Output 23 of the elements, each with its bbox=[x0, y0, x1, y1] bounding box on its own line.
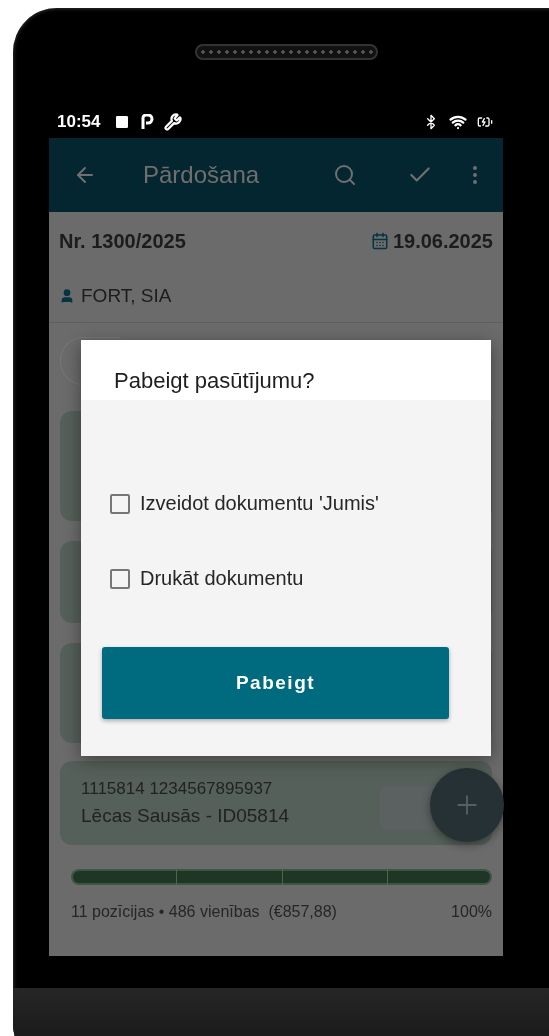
wifi-icon bbox=[449, 113, 467, 131]
checkbox-label: Izveidot dokumentu 'Jumis' bbox=[140, 492, 379, 515]
finish-button[interactable]: Pabeigt bbox=[102, 647, 449, 719]
battery-icon bbox=[477, 114, 493, 130]
app-title: Pārdošana bbox=[143, 161, 260, 189]
order-number: Nr. 1300/2025 bbox=[59, 229, 186, 253]
status-time: 10:54 bbox=[57, 112, 101, 132]
customer-name: FORT, SIA bbox=[81, 285, 172, 307]
dialog-title: Pabeigt pasūtījumu? bbox=[114, 368, 315, 394]
wrench-icon bbox=[164, 113, 183, 131]
item-code: 1115814 1234567895937 bbox=[81, 779, 274, 799]
calendar-icon bbox=[370, 232, 389, 250]
person-icon bbox=[59, 288, 75, 304]
checkbox-label: Drukāt dokumentu bbox=[140, 567, 304, 590]
summary-percent: 100% bbox=[451, 903, 492, 921]
search-icon[interactable] bbox=[333, 163, 357, 187]
checkbox[interactable] bbox=[110, 493, 130, 514]
summary-text: 11 pozīcijas • 486 vienības (€857,88) bbox=[71, 903, 337, 921]
item-name: Lēcas Sausās - ID05814 bbox=[81, 805, 291, 827]
order-date: 19.06.2025 bbox=[392, 229, 493, 253]
stop-icon bbox=[114, 114, 131, 130]
checkbox[interactable] bbox=[110, 568, 130, 589]
parking-icon bbox=[140, 114, 155, 130]
